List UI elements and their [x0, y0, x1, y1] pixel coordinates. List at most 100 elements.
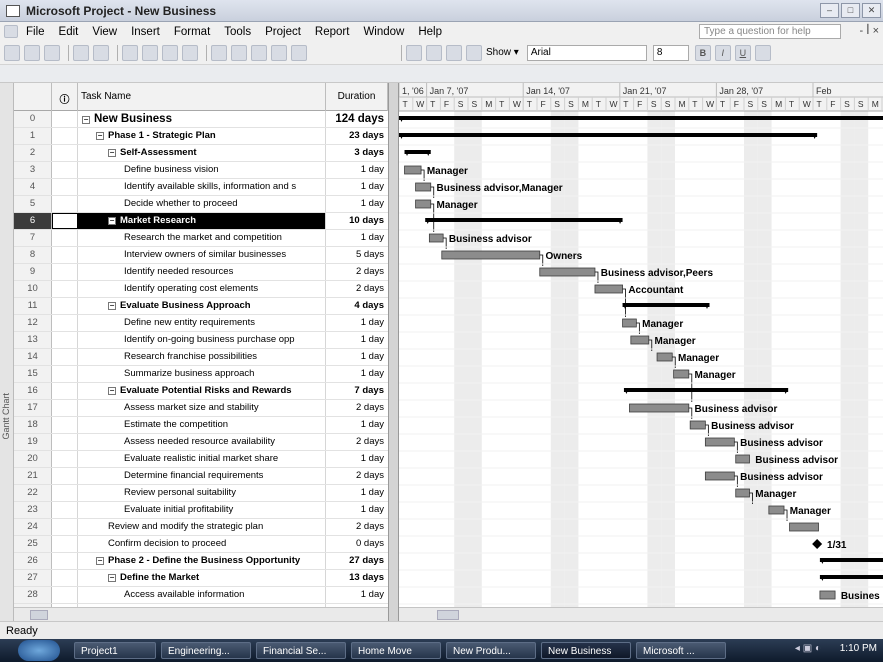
task-name-cell[interactable]: − Market Research — [78, 213, 326, 229]
indicator-cell[interactable] — [52, 145, 78, 161]
outdent-icon[interactable] — [406, 44, 422, 61]
task-name-cell[interactable]: Research the market and competition — [78, 230, 326, 246]
table-row[interactable]: 26 − Phase 2 - Define the Business Opportu… — [14, 553, 388, 570]
table-row[interactable]: 19 Assess needed resource availability 2 d… — [14, 434, 388, 451]
indicator-cell[interactable] — [52, 519, 78, 535]
indicator-cell[interactable] — [52, 298, 78, 314]
taskbar-button[interactable]: Microsoft ... — [636, 642, 726, 659]
duration-column-header[interactable]: Duration — [326, 83, 388, 111]
table-row[interactable]: 11− Evaluate Business Approach 4 days — [14, 298, 388, 315]
show-subtasks-icon[interactable] — [446, 44, 462, 61]
undo-icon[interactable] — [162, 44, 178, 61]
task-name-cell[interactable]: − Evaluate Potential Risks and Rewards — [78, 383, 326, 399]
copy-icon[interactable] — [122, 44, 138, 61]
collapse-toggle-icon[interactable]: − — [108, 149, 116, 157]
menu-window[interactable]: Window — [363, 26, 404, 38]
ask-question-input[interactable]: Type a question for help — [699, 24, 841, 39]
table-row[interactable]: 20 Evaluate realistic initial market shar… — [14, 451, 388, 468]
indicator-cell[interactable] — [52, 434, 78, 450]
paste-icon[interactable] — [142, 44, 158, 61]
menu-help[interactable]: Help — [418, 26, 442, 38]
gantt-chart[interactable]: 1, '06 Jan 7, '07 Jan 14, '07 Jan 21, '07 Ja… — [399, 83, 883, 607]
row-id[interactable]: 24 — [14, 519, 52, 535]
duration-cell[interactable]: 1 day — [326, 230, 388, 246]
indicator-cell[interactable] — [52, 230, 78, 246]
document-icon[interactable] — [4, 25, 18, 38]
table-row[interactable]: 25 Confirm decision to proceed 0 days — [14, 536, 388, 553]
indicator-cell[interactable] — [52, 213, 78, 229]
row-id[interactable]: 19 — [14, 434, 52, 450]
italic-button[interactable]: I — [714, 44, 731, 61]
collapse-toggle-icon[interactable]: − — [108, 217, 116, 225]
row-id[interactable]: 7 — [14, 230, 52, 246]
row-id[interactable]: 6 — [14, 213, 52, 229]
task-name-cell[interactable]: Review personal suitability — [78, 485, 326, 501]
task-name-cell[interactable]: − Phase 2 - Define the Business Opportuni… — [78, 553, 326, 569]
indicator-cell[interactable] — [52, 553, 78, 569]
view-bar[interactable]: Gantt Chart — [0, 83, 14, 621]
indent-icon[interactable] — [426, 44, 442, 61]
font-size-select[interactable]: 8 — [652, 44, 689, 61]
indicator-cell[interactable] — [52, 247, 78, 263]
print-icon[interactable] — [73, 44, 89, 61]
row-id[interactable]: 4 — [14, 179, 52, 195]
table-row[interactable]: 8 Interview owners of similar businesses 5… — [14, 247, 388, 264]
table-row[interactable]: 10 Identify operating cost elements 2 days — [14, 281, 388, 298]
task-name-cell[interactable]: Identify needed resources — [78, 264, 326, 280]
table-row[interactable]: 21 Determine financial requirements 2 days — [14, 468, 388, 485]
row-id[interactable]: 23 — [14, 502, 52, 518]
table-row[interactable]: 15 Summarize business approach 1 day — [14, 366, 388, 383]
underline-button[interactable]: U — [734, 44, 751, 61]
duration-cell[interactable]: 1 day — [326, 366, 388, 382]
task-name-cell[interactable]: Estimate the competition — [78, 417, 326, 433]
duration-cell[interactable]: 2 days — [326, 400, 388, 416]
row-id[interactable]: 28 — [14, 587, 52, 603]
row-id[interactable]: 10 — [14, 281, 52, 297]
row-id[interactable]: 26 — [14, 553, 52, 569]
task-name-cell[interactable]: Identify available skills, information a… — [78, 179, 326, 195]
task-name-cell[interactable]: − Phase 1 - Strategic Plan — [78, 128, 326, 144]
row-id[interactable]: 1 — [14, 128, 52, 144]
duration-cell[interactable]: 1 day — [326, 485, 388, 501]
table-row[interactable]: 0− New Business 124 days — [14, 111, 388, 128]
collapse-toggle-icon[interactable]: − — [96, 132, 104, 140]
duration-cell[interactable]: 1 day — [326, 349, 388, 365]
task-name-cell[interactable]: Confirm decision to proceed — [78, 536, 326, 552]
task-name-cell[interactable]: Evaluate realistic initial market share — [78, 451, 326, 467]
row-id[interactable]: 0 — [14, 111, 52, 127]
table-row[interactable]: 5 Decide whether to proceed 1 day — [14, 196, 388, 213]
taskbar-button[interactable]: Financial Se... — [256, 642, 346, 659]
table-row[interactable]: 23 Evaluate initial profitability 1 day — [14, 502, 388, 519]
task-name-cell[interactable]: − Self-Assessment — [78, 145, 326, 161]
indicator-cell[interactable] — [52, 349, 78, 365]
duration-cell[interactable]: 2 days — [326, 434, 388, 450]
split-task-icon[interactable] — [251, 44, 267, 61]
indicator-cell[interactable] — [52, 179, 78, 195]
indicator-cell[interactable] — [52, 587, 78, 603]
open-icon[interactable] — [24, 44, 40, 61]
system-tray[interactable]: ◂ ▣ ◐ — [795, 643, 821, 654]
table-row[interactable]: 17 Assess market size and stability 2 days — [14, 400, 388, 417]
filter-icon[interactable] — [754, 44, 771, 61]
indicator-cell[interactable] — [52, 451, 78, 467]
task-name-cell[interactable]: Identify operating cost elements — [78, 281, 326, 297]
duration-cell[interactable]: 1 day — [326, 417, 388, 433]
row-id[interactable]: 27 — [14, 570, 52, 586]
menu-edit[interactable]: Edit — [59, 26, 79, 38]
row-id[interactable]: 16 — [14, 383, 52, 399]
indicator-cell[interactable] — [52, 383, 78, 399]
duration-cell[interactable]: 2 days — [326, 519, 388, 535]
task-name-cell[interactable]: Assess needed resource availability — [78, 434, 326, 450]
menu-view[interactable]: View — [92, 26, 117, 38]
collapse-toggle-icon[interactable]: − — [82, 116, 90, 124]
minimize-button[interactable]: – — [820, 3, 839, 18]
row-id[interactable]: 12 — [14, 315, 52, 331]
link-tasks-icon[interactable] — [211, 44, 227, 61]
entry-bar[interactable] — [0, 65, 883, 83]
close-button[interactable]: ✕ — [862, 3, 881, 18]
table-row[interactable]: 22 Review personal suitability 1 day — [14, 485, 388, 502]
task-name-cell[interactable]: Access available information — [78, 587, 326, 603]
menu-format[interactable]: Format — [174, 26, 210, 38]
hide-subtasks-icon[interactable] — [466, 44, 482, 61]
duration-cell[interactable]: 10 days — [326, 213, 388, 229]
